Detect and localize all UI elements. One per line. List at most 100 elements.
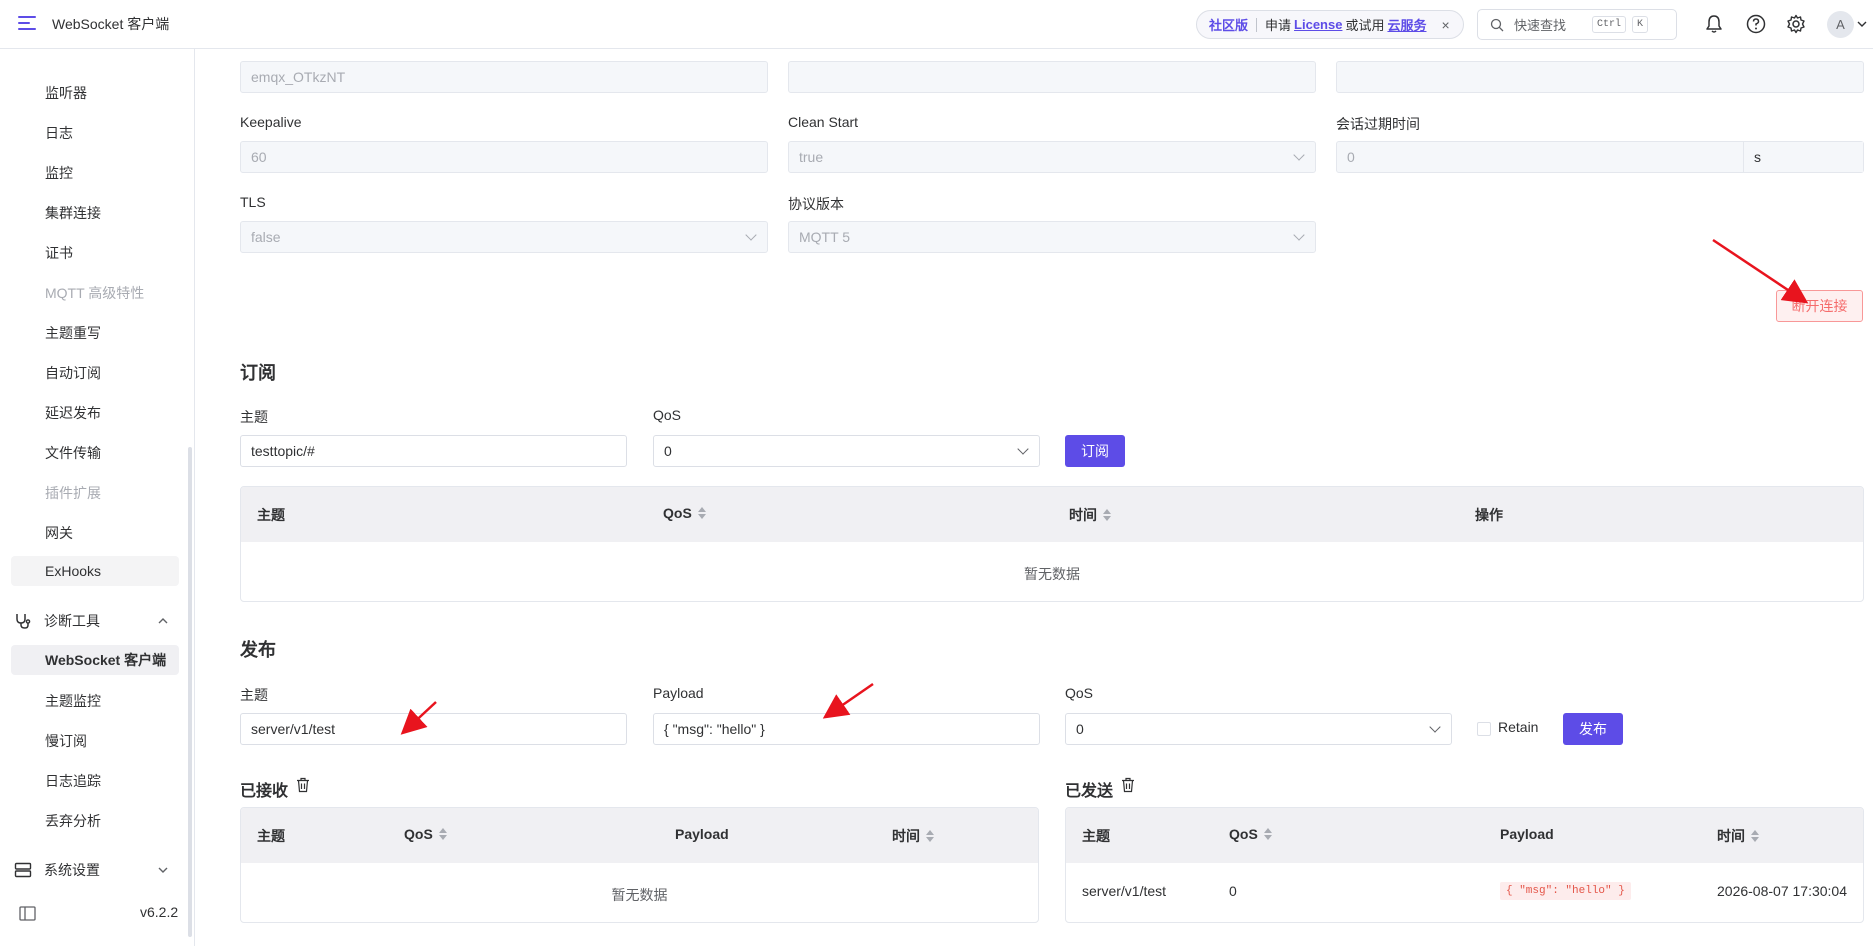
stethoscope-icon [16,614,31,629]
subscribe-button[interactable]: 订阅 [1065,435,1125,467]
keepalive-label: Keepalive [240,114,302,130]
trash-icon[interactable] [296,777,310,793]
clean-start-select[interactable]: true [788,141,1316,173]
sidebar-item-logs[interactable]: 日志 [45,123,73,143]
notification-bell-icon[interactable] [1703,13,1725,35]
trash-icon[interactable] [1121,777,1135,793]
sidebar-item-mqtt-advanced: MQTT 高级特性 [45,285,145,301]
sidebar-item-auto-subscribe[interactable]: 自动订阅 [45,363,101,383]
table-header [241,487,1863,542]
col-payload: Payload [675,826,729,842]
sidebar-item-drop-analysis[interactable]: 丢弃分析 [45,811,101,831]
session-expiry-input[interactable]: 0 s [1336,141,1864,173]
kbd-k: K [1632,16,1649,33]
tls-value: false [251,229,281,245]
col-time[interactable]: 时间 [1717,826,1759,846]
col-topic: 主题 [257,828,285,844]
received-title: 已接收 [240,783,289,800]
cloud-service-link[interactable]: 云服务 [1387,15,1426,34]
sidebar-scrollbar[interactable] [188,447,192,937]
col-qos[interactable]: QoS [663,505,706,521]
chevron-down-icon [745,229,757,241]
username-input[interactable] [788,61,1316,93]
help-icon[interactable] [1745,13,1767,35]
sort-icon[interactable] [1263,828,1272,840]
chevron-down-icon [1293,229,1305,241]
sidebar-item-gateways[interactable]: 网关 [45,523,73,543]
server-icon [14,862,32,878]
sidebar-item-listeners[interactable]: 监听器 [45,83,87,103]
subscribe-qos-select[interactable]: 0 [653,435,1040,467]
retain-label[interactable]: Retain [1498,719,1538,735]
keepalive-input[interactable]: 60 [240,141,768,173]
license-banner: 社区版 申请 License 或试用 云服务 × [1196,10,1464,39]
col-actions: 操作 [1475,507,1503,523]
subscribe-topic-input[interactable]: testtopic/# [240,435,627,467]
password-input[interactable] [1336,61,1864,93]
sidebar-item-file-transfer[interactable]: 文件传输 [45,443,101,463]
user-avatar[interactable]: A [1827,11,1854,38]
sidebar-item-monitoring[interactable]: 监控 [45,163,73,183]
publish-section-title: 发布 [240,640,276,660]
sort-icon[interactable] [926,830,934,842]
kbd-ctrl: Ctrl [1592,16,1627,33]
sent-table: 主题 QoS Payload 时间 server/v1/test 0 { "ms… [1065,807,1864,923]
sidebar-item-websocket-client[interactable]: WebSocket 客户端 [11,645,179,675]
sidebar-item-log-trace[interactable]: 日志追踪 [45,771,101,791]
sidebar-item-delayed-publish[interactable]: 延迟发布 [45,403,101,423]
publish-topic-input[interactable]: server/v1/test [240,713,627,745]
sent-row-topic: server/v1/test [1082,883,1167,899]
chevron-down-icon [158,867,168,873]
protocol-version-label: 协议版本 [788,196,844,212]
sidebar-item-exhooks[interactable]: ExHooks [11,556,179,586]
close-banner-icon[interactable]: × [1441,17,1449,33]
sort-icon[interactable] [1103,509,1111,521]
session-expiry-label: 会话过期时间 [1336,116,1420,132]
subscribe-topic-label: 主题 [240,409,268,425]
quick-search[interactable]: 快速查找 Ctrl K [1477,9,1677,40]
retain-checkbox[interactable] [1477,722,1491,736]
license-link[interactable]: License [1294,17,1342,32]
page-title: WebSocket 客户端 [52,16,170,32]
chevron-down-icon[interactable] [1857,20,1867,28]
col-qos[interactable]: QoS [404,826,447,842]
collapse-sidebar-icon[interactable] [19,906,36,921]
publish-qos-select[interactable]: 0 [1065,713,1452,745]
col-time[interactable]: 时间 [1069,505,1111,525]
search-placeholder: 快速查找 [1514,18,1567,33]
col-time[interactable]: 时间 [892,826,934,846]
subscribe-qos-label: QoS [653,407,682,423]
sidebar: 监听器 日志 监控 集群连接 证书 MQTT 高级特性 主题重写 自动订阅 延迟… [0,49,195,946]
sort-icon[interactable] [438,828,447,840]
client-id-input[interactable]: emqx_OTkzNT [240,61,768,93]
disconnect-button[interactable]: 断开连接 [1776,290,1863,322]
main-content: emqx_OTkzNT Keepalive Clean Start 会话过期时间… [220,49,1873,946]
sidebar-item-slow-subscriptions[interactable]: 慢订阅 [45,731,87,751]
empty-state: 暂无数据 [1024,566,1080,582]
sidebar-item-cluster-linking[interactable]: 集群连接 [45,203,101,223]
publish-button[interactable]: 发布 [1563,713,1623,745]
sidebar-item-topic-rewrite[interactable]: 主题重写 [45,323,101,343]
menu-toggle-icon[interactable] [18,16,36,30]
empty-state: 暂无数据 [611,887,668,903]
protocol-version-select[interactable]: MQTT 5 [788,221,1316,253]
subscriptions-table: 主题 QoS 时间 操作 暂无数据 [240,486,1864,602]
chevron-down-icon [1017,443,1029,455]
publish-qos-value: 0 [1076,721,1084,737]
publish-qos-label: QoS [1065,685,1094,701]
sidebar-group-settings[interactable]: 系统设置 [14,860,180,880]
sent-row-payload: { "msg": "hello" } [1500,882,1631,900]
settings-group-label: 系统设置 [44,862,100,878]
sidebar-group-diagnose[interactable]: 诊断工具 [14,611,180,631]
sort-icon[interactable] [697,507,706,519]
sort-icon[interactable] [1751,830,1759,842]
sidebar-item-topic-metrics[interactable]: 主题监控 [45,691,101,711]
tls-select[interactable]: false [240,221,768,253]
payload-input[interactable]: { "msg": "hello" } [653,713,1040,745]
sidebar-item-certificates[interactable]: 证书 [45,243,73,263]
col-qos[interactable]: QoS [1229,826,1272,842]
settings-gear-icon[interactable] [1785,13,1807,35]
apply-text: 申请 [1265,18,1292,33]
clean-start-value: true [799,149,824,165]
clean-start-label: Clean Start [788,114,859,130]
